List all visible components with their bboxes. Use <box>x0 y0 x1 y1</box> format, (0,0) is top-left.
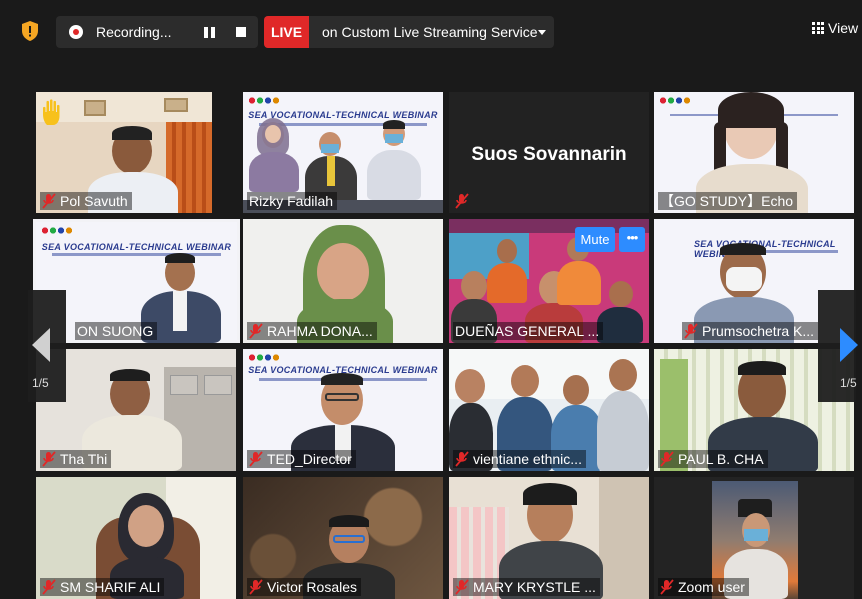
muted-mic-icon <box>42 193 56 209</box>
recording-control: Recording... <box>56 16 258 48</box>
chevron-down-icon[interactable] <box>538 30 546 35</box>
participant-name-bar: ON SUONG <box>75 322 158 340</box>
video-tile[interactable]: RAHMA DONA... <box>243 219 443 343</box>
next-page-button[interactable]: 1/5 <box>818 290 858 402</box>
slide-logos <box>249 97 289 104</box>
slide-logos <box>249 354 289 361</box>
participant-name: Victor Rosales <box>267 579 358 595</box>
muted-mic-icon <box>660 451 674 467</box>
participant-name: MARY KRYSTLE ... <box>473 579 596 595</box>
participant-name-bar: Rizky Fadilah <box>247 192 338 210</box>
participant-name: Tha Thi <box>60 451 108 467</box>
muted-mic-icon <box>455 579 469 595</box>
video-tile[interactable]: vientiane ethnic... <box>449 349 649 471</box>
video-tile[interactable]: SEA VOCATIONAL-TECHNICAL WEBINAR TED_Dir… <box>243 349 443 471</box>
video-tile[interactable]: Pol Savuth <box>36 92 212 213</box>
meeting-toolbar: Recording... LIVE on Custom Live Streami… <box>0 0 862 62</box>
raised-hand-icon <box>43 99 60 125</box>
security-shield-icon[interactable] <box>20 20 40 42</box>
page-indicator-right: 1/5 <box>840 376 857 390</box>
participant-name-bar: 【GO STUDY】Echo <box>658 192 798 210</box>
muted-mic-icon <box>42 451 56 467</box>
video-tile[interactable]: SEA VOCATIONAL-TECHNICAL WEBINAR Rizky F… <box>243 92 443 213</box>
participant-name-bar: Tha Thi <box>40 450 112 468</box>
arrow-right-icon <box>840 328 858 362</box>
participant-name: 【GO STUDY】Echo <box>660 193 794 209</box>
muted-mic-icon <box>660 579 674 595</box>
live-stream-control[interactable]: LIVE on Custom Live Streaming Service <box>264 16 554 48</box>
participant-name: RAHMA DONA... <box>267 323 373 339</box>
previous-page-button[interactable]: 1/5 <box>28 290 66 402</box>
video-tile[interactable]: Mute ••• DUEÑAS GENERAL ... <box>449 219 649 343</box>
participant-name-bar <box>453 192 477 210</box>
participant-name-bar: Pol Savuth <box>40 192 132 210</box>
participant-name-bar: vientiane ethnic... <box>453 450 586 468</box>
participant-name: DUEÑAS GENERAL ... <box>455 323 600 339</box>
participant-name-bar: Zoom user <box>658 578 749 596</box>
muted-mic-icon <box>455 193 469 209</box>
video-tile[interactable]: Zoom user <box>654 477 854 599</box>
slide-title-graphic: SEA VOCATIONAL-TECHNICAL WEBINAR <box>694 239 836 259</box>
participant-name-bar: PAUL B. CHA <box>658 450 768 468</box>
muted-mic-icon <box>249 323 263 339</box>
participant-name-bar: Prumsochetra K... <box>682 322 819 340</box>
participant-name-bar: DUEÑAS GENERAL ... <box>453 322 604 340</box>
participant-name: ON SUONG <box>77 323 154 339</box>
live-badge: LIVE <box>264 16 309 48</box>
muted-mic-icon <box>42 579 56 595</box>
participant-display-name: Suos Sovannarin <box>471 144 627 165</box>
muted-mic-icon <box>249 579 263 595</box>
more-options-button[interactable]: ••• <box>619 227 645 252</box>
participant-name: Pol Savuth <box>60 193 128 209</box>
view-label: View <box>828 20 859 36</box>
slide-logos <box>660 97 700 104</box>
mute-participant-button[interactable]: Mute <box>575 227 615 252</box>
participant-name-bar: RAHMA DONA... <box>247 322 377 340</box>
participant-name: vientiane ethnic... <box>473 451 582 467</box>
video-tile[interactable]: Victor Rosales <box>243 477 443 599</box>
video-tile[interactable]: 【GO STUDY】Echo <box>654 92 854 213</box>
participant-name: Zoom user <box>678 579 745 595</box>
video-tile[interactable]: MARY KRYSTLE ... <box>449 477 649 599</box>
stop-recording-icon[interactable] <box>236 27 246 37</box>
participant-name: SM SHARIF ALI <box>60 579 161 595</box>
pause-recording-icon[interactable] <box>204 27 216 38</box>
video-tile[interactable]: SM SHARIF ALI <box>36 477 236 599</box>
recording-icon <box>69 25 83 39</box>
participant-name: Rizky Fadilah <box>249 193 334 209</box>
participant-name-bar: TED_Director <box>247 450 356 468</box>
video-tile[interactable]: Tha Thi <box>36 349 236 471</box>
slide-logos <box>42 227 82 234</box>
page-indicator-left: 1/5 <box>32 376 49 390</box>
participant-name: Prumsochetra K... <box>702 323 815 339</box>
live-service-label: on Custom Live Streaming Service <box>322 24 538 40</box>
video-tile[interactable]: Suos Sovannarin <box>449 92 649 213</box>
participant-name-bar: Victor Rosales <box>247 578 362 596</box>
participant-name-bar: SM SHARIF ALI <box>40 578 165 596</box>
muted-mic-icon <box>249 451 263 467</box>
recording-label: Recording... <box>96 24 172 40</box>
arrow-left-icon <box>32 328 50 362</box>
muted-mic-icon <box>455 451 469 467</box>
view-button[interactable]: View <box>812 20 858 42</box>
participant-name: TED_Director <box>267 451 352 467</box>
grid-icon <box>812 22 824 34</box>
muted-mic-icon <box>684 323 698 339</box>
slide-title-graphic: SEA VOCATIONAL-TECHNICAL WEBINAR <box>41 242 232 252</box>
participant-name-bar: MARY KRYSTLE ... <box>453 578 600 596</box>
participant-name: PAUL B. CHA <box>678 451 764 467</box>
